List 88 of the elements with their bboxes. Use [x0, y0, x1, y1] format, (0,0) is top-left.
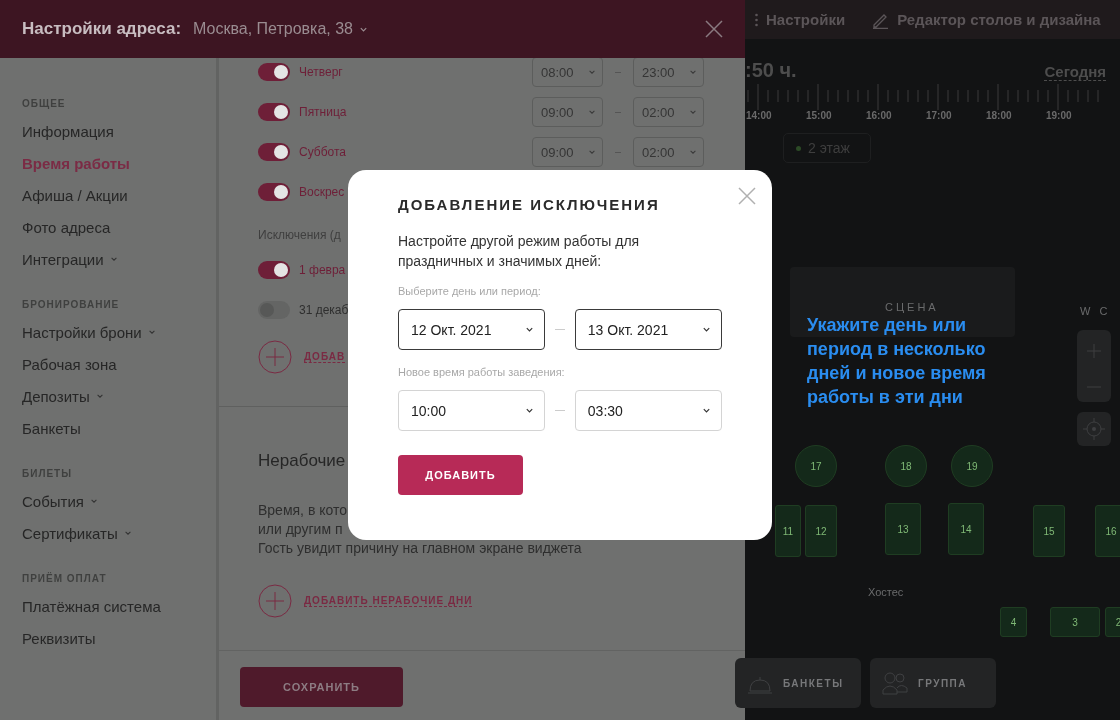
chevron-down-icon — [588, 68, 596, 76]
sidebar-item[interactable]: Реквизиты — [22, 622, 216, 654]
toggle-switch[interactable] — [258, 143, 290, 161]
hint-text: Укажите день или период в несколько дней и новое время работы в эти дни — [807, 314, 987, 409]
time-text: :50 ч. — [745, 59, 797, 82]
save-button[interactable]: СОХРАНИТЬ — [240, 667, 403, 707]
chevron-down-icon — [689, 108, 697, 116]
table-shape[interactable]: 15 — [1033, 505, 1065, 557]
chevron-down-icon — [525, 406, 535, 415]
chevron-down-icon — [689, 68, 697, 76]
table-shape[interactable]: 12 — [805, 505, 837, 557]
sidebar-item[interactable]: Сертификаты — [22, 517, 216, 549]
day-label: Суббота — [299, 145, 346, 159]
table-shape[interactable]: 11 — [775, 505, 801, 557]
sidebar-item[interactable]: Время работы — [22, 147, 216, 179]
timeline-hour: 18:00 — [986, 110, 1013, 121]
address-selector[interactable]: Москва, Петровка, 38 — [193, 20, 368, 38]
dots-icon — [755, 11, 758, 28]
table-shape[interactable]: 18 — [885, 445, 927, 487]
add-button[interactable]: ДОБАВИТЬ — [398, 455, 523, 495]
toggle-switch[interactable] — [258, 301, 290, 319]
timeline-hour: 16:00 — [866, 110, 893, 121]
time-select[interactable]: 02:00 — [633, 97, 704, 127]
sidebar-item[interactable]: Платёжная система — [22, 590, 216, 622]
sidebar-item[interactable]: Депозиты — [22, 380, 216, 412]
add-exception-link[interactable]: ДОБАВ — [304, 351, 346, 363]
time-select[interactable]: 10:00 — [398, 390, 546, 431]
floor-action-button[interactable]: ГРУППА — [870, 658, 996, 708]
description-text: Время, в кото или другим п Гость увидит причину на главном экране виджета — [258, 501, 583, 558]
sidebar-item[interactable]: Рабочая зона — [22, 348, 216, 380]
table-shape[interactable]: 14 — [948, 503, 984, 555]
timeline-hour: 17:00 — [926, 110, 953, 121]
toggle-switch[interactable] — [258, 183, 290, 201]
sidebar-item[interactable]: Интеграции — [22, 243, 216, 275]
nav-link[interactable]: Редактор столов и дизайна — [871, 10, 1101, 29]
drawer-title: Настройки адреса: — [22, 19, 182, 39]
chevron-down-icon — [588, 108, 596, 116]
today-link[interactable]: Сегодня — [1044, 63, 1106, 81]
close-icon[interactable] — [705, 20, 723, 38]
table-shape[interactable]: 17 — [795, 445, 837, 487]
floor-action-button[interactable]: БАНКЕТЫ — [735, 658, 861, 708]
time-select[interactable]: 09:00 — [532, 97, 603, 127]
section-heading: Нерабочие — [258, 451, 347, 471]
chevron-down-icon — [689, 148, 697, 156]
table-shape[interactable]: 16 — [1095, 505, 1120, 557]
timeline-hour: 19:00 — [1046, 110, 1073, 121]
timeline-hour: 15:00 — [806, 110, 833, 121]
field-label: Выберите день или период: — [398, 285, 542, 297]
dialog-description: Настройте другой режим работы для праздничных и значимых дней: — [398, 232, 641, 271]
timeline-hour: 14:00 — [746, 110, 773, 121]
people-icon — [882, 671, 908, 695]
date-select[interactable]: 13 Окт. 2021 — [574, 309, 722, 350]
sidebar-item[interactable]: Настройки брони — [22, 316, 216, 348]
table-shape[interactable]: 13 — [885, 503, 921, 555]
zone-label: СЦЕНА — [885, 301, 939, 313]
table-shape[interactable]: 19 — [951, 445, 993, 487]
day-label: Воскрес — [299, 185, 345, 199]
sidebar-item[interactable]: Информация — [22, 115, 216, 147]
table-shape[interactable]: 2 — [1105, 607, 1120, 637]
chevron-down-icon — [588, 148, 596, 156]
time-select[interactable]: 02:00 — [633, 137, 704, 167]
sidebar-item[interactable]: Афиша / Акции — [22, 179, 216, 211]
nav-link[interactable]: Настройки — [755, 11, 846, 28]
add-non-working-days-link[interactable]: ДОБАВИТЬ НЕРАБОЧИЕ ДНИ — [304, 595, 473, 607]
sidebar-item[interactable]: Фото адреса — [22, 211, 216, 243]
chevron-down-icon — [525, 325, 535, 334]
field-label: Новое время работы заведения: — [398, 366, 566, 378]
crosshair-icon — [1083, 418, 1105, 440]
time-select[interactable]: 03:30 — [574, 390, 722, 431]
exception-label: 1 февра — [299, 263, 346, 277]
toggle-switch[interactable] — [258, 63, 290, 81]
sidebar-item[interactable]: Банкеты — [22, 412, 216, 444]
time-select[interactable]: 09:00 — [532, 137, 603, 167]
dialog-title: ДОБАВЛЕНИЕ ИСКЛЮЧЕНИЯ — [398, 196, 661, 213]
date-select[interactable]: 12 Окт. 2021 — [398, 309, 546, 350]
chevron-down-icon — [702, 325, 711, 334]
day-label: Четверг — [299, 65, 343, 79]
chevron-down-icon — [702, 406, 711, 415]
zone-label: Хостес — [868, 586, 904, 598]
sidebar-item[interactable]: События — [22, 485, 216, 517]
exception-label: 31 декаб — [299, 303, 349, 317]
toggle-switch[interactable] — [258, 261, 290, 279]
zone-label: W C — [1080, 305, 1111, 317]
day-label: Пятница — [299, 105, 347, 119]
table-shape[interactable]: 3 — [1050, 607, 1100, 637]
toggle-switch[interactable] — [258, 103, 290, 121]
table-shape[interactable]: 4 — [1000, 607, 1027, 637]
close-icon[interactable] — [738, 187, 756, 205]
